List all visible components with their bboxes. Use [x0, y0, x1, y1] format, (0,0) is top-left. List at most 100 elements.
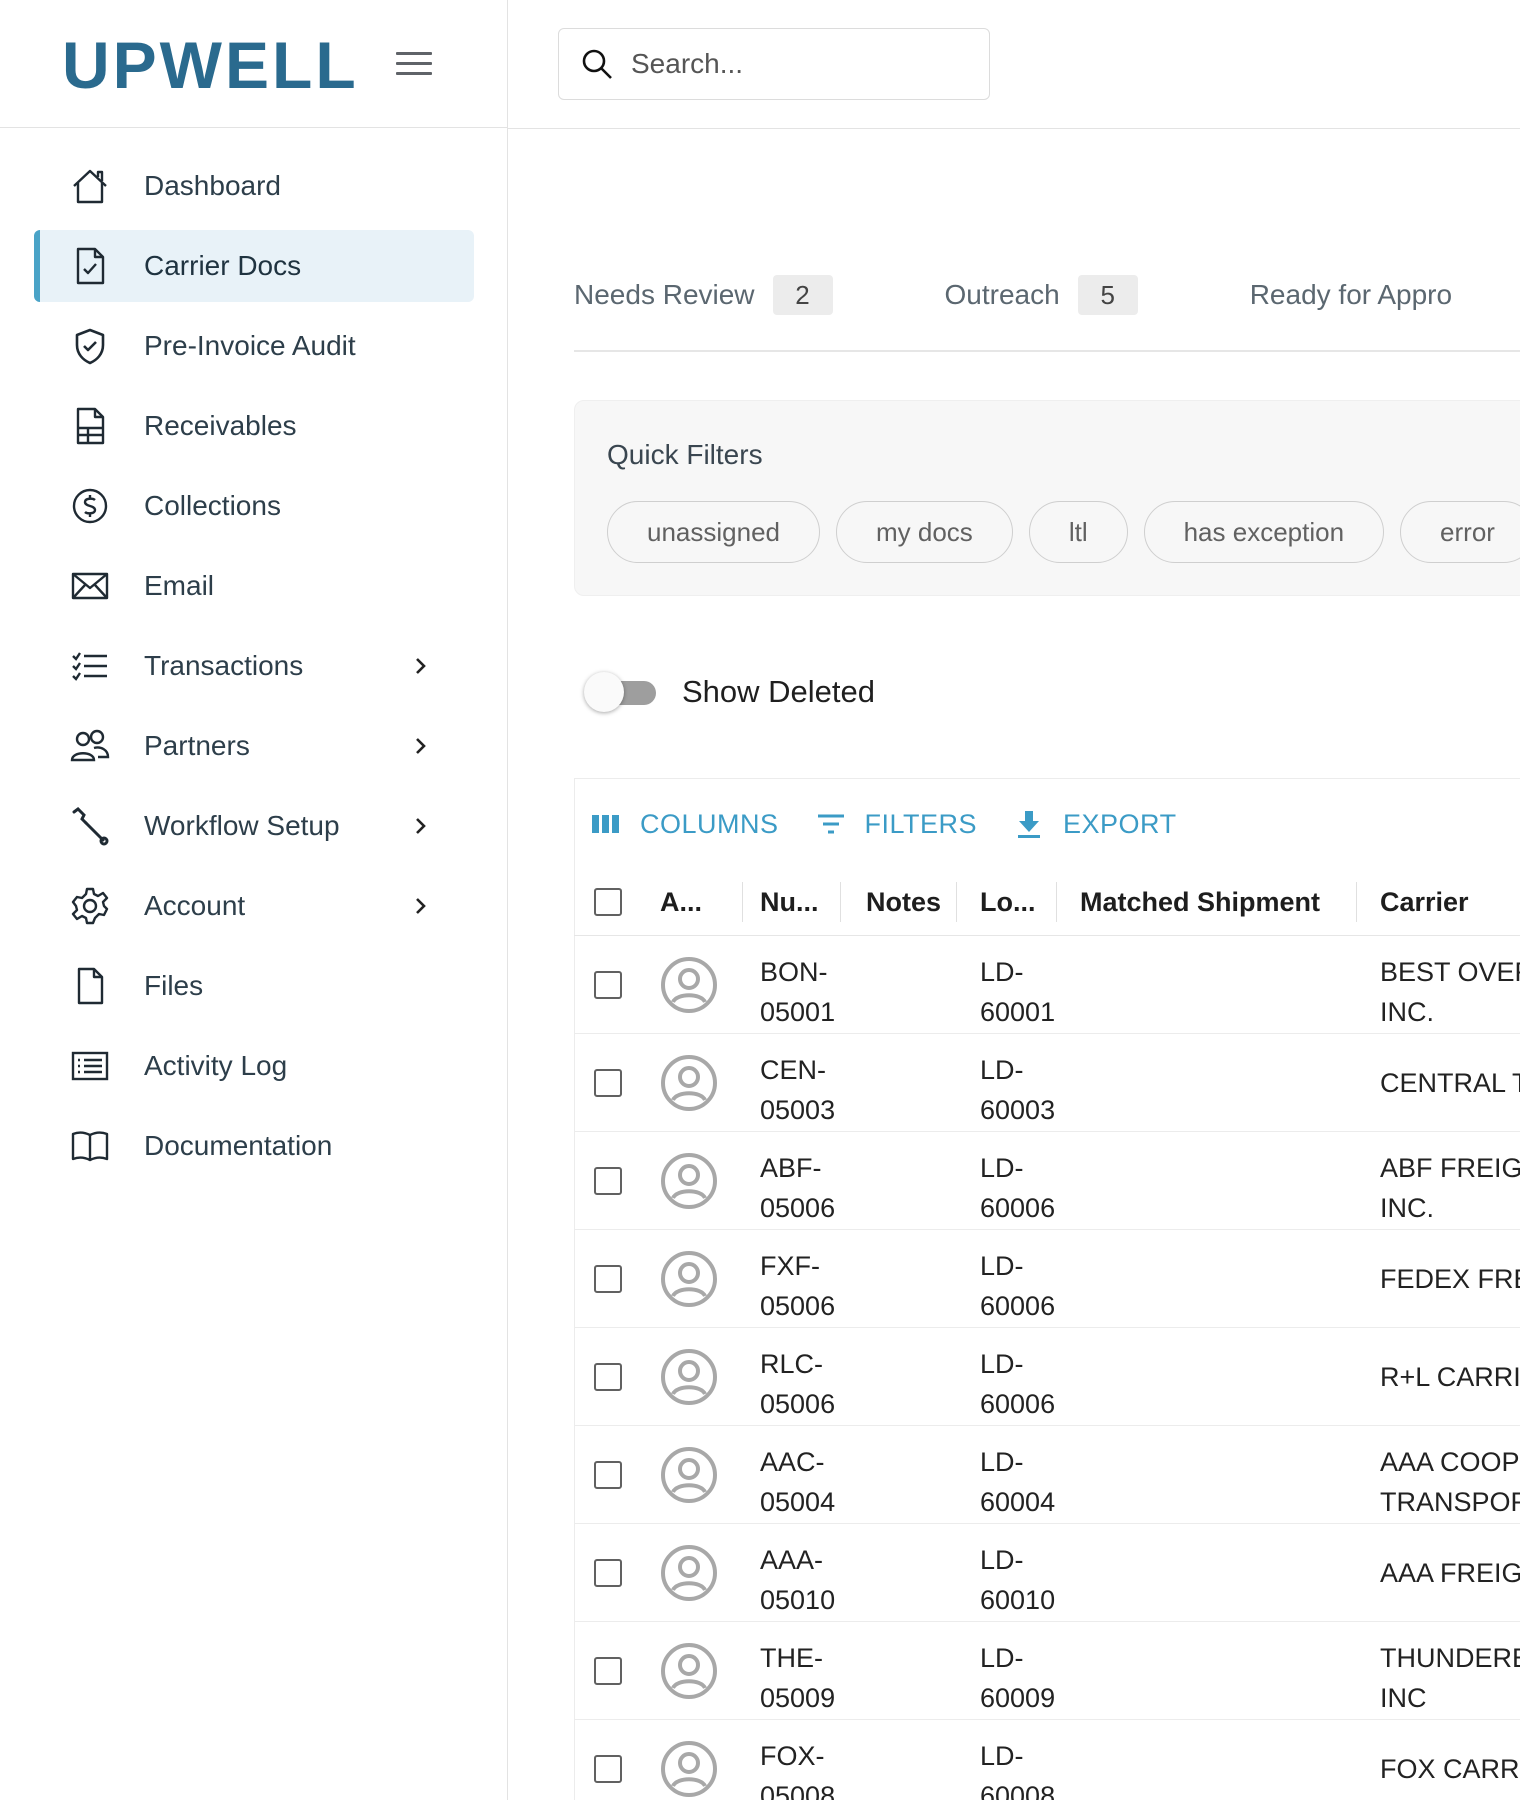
sidebar-item-activity-log[interactable]: Activity Log — [34, 1030, 474, 1102]
tab-outreach[interactable]: Outreach 5 — [945, 275, 1138, 315]
show-deleted-toggle[interactable] — [584, 668, 660, 716]
table-row[interactable]: CEN- 05003 LD- 60003 CENTRAL T — [574, 1034, 1520, 1132]
unassigned-avatar-icon[interactable] — [660, 1250, 718, 1308]
column-separator[interactable] — [1356, 882, 1357, 922]
sidebar-item-label: Pre-Invoice Audit — [144, 330, 356, 361]
unassigned-avatar-icon[interactable] — [660, 1446, 718, 1504]
sidebar-item-partners[interactable]: Partners — [34, 710, 474, 782]
sidebar-item-transactions[interactable]: Transactions — [34, 630, 474, 702]
sidebar-item-label: Activity Log — [144, 1050, 288, 1081]
checklist-icon — [70, 646, 110, 686]
sidebar-item-receivables[interactable]: Receivables — [34, 390, 474, 462]
column-header-number[interactable]: Nu... — [760, 868, 819, 936]
number-cell: BON- 05001 — [760, 957, 836, 1027]
table-row[interactable]: FOX- 05008 LD- 60008 FOX CARRI — [574, 1720, 1520, 1800]
columns-button[interactable]: COLUMNS — [590, 808, 779, 840]
filter-chip-unassigned[interactable]: unassigned — [607, 501, 820, 563]
table-row[interactable]: ABF- 05006 LD- 60006 ABF FREIG INC. — [574, 1132, 1520, 1230]
row-checkbox[interactable] — [594, 1069, 622, 1097]
row-checkbox[interactable] — [594, 1167, 622, 1195]
filter-chip-my-docs[interactable]: my docs — [836, 501, 1013, 563]
sidebar-item-label: Documentation — [144, 1130, 333, 1161]
carrier-cell: THUNDERE INC — [1380, 1643, 1520, 1713]
dollar-circle-icon — [70, 486, 110, 526]
load-cell: LD- 60006 — [980, 1251, 1056, 1321]
unassigned-avatar-icon[interactable] — [660, 1740, 718, 1798]
row-checkbox[interactable] — [594, 1559, 622, 1587]
row-checkbox[interactable] — [594, 1657, 622, 1685]
filter-chip-has-exception[interactable]: has exception — [1143, 501, 1385, 563]
table-row[interactable]: AAC- 05004 LD- 60004 AAA COOP TRANSPOR — [574, 1426, 1520, 1524]
unassigned-avatar-icon[interactable] — [660, 1544, 718, 1602]
filters-button[interactable]: FILTERS — [815, 808, 978, 840]
sidebar-item-workflow-setup[interactable]: Workflow Setup — [34, 790, 474, 862]
sidebar-item-pre-invoice-audit[interactable]: Pre-Invoice Audit — [34, 310, 474, 382]
filter-chip-ltl[interactable]: ltl — [1028, 501, 1128, 563]
file-icon — [70, 966, 110, 1006]
header-divider — [508, 128, 1520, 129]
filter-chip-error[interactable]: error — [1400, 501, 1520, 563]
row-checkbox[interactable] — [594, 1461, 622, 1489]
row-checkbox[interactable] — [594, 1363, 622, 1391]
number-cell: CEN- 05003 — [760, 1055, 836, 1125]
people-icon — [70, 726, 110, 766]
carrier-cell: BEST OVER INC. — [1380, 957, 1520, 1027]
column-separator[interactable] — [1056, 882, 1057, 922]
column-separator[interactable] — [840, 882, 841, 922]
export-button[interactable]: EXPORT — [1013, 808, 1177, 840]
hamburger-menu-icon[interactable] — [396, 52, 432, 76]
column-header-matched-shipment[interactable]: Matched Shipment — [1080, 868, 1320, 936]
row-checkbox[interactable] — [594, 1265, 622, 1293]
column-separator[interactable] — [742, 882, 743, 922]
sidebar-item-label: Files — [144, 970, 204, 1001]
unassigned-avatar-icon[interactable] — [660, 1348, 718, 1406]
status-tabs: Needs Review 2 Outreach 5 Ready for Appr… — [574, 268, 1520, 322]
sidebar-item-collections[interactable]: Collections — [34, 470, 474, 542]
table-row[interactable]: THE- 05009 LD- 60009 THUNDERE INC — [574, 1622, 1520, 1720]
load-cell: LD- 60009 — [980, 1643, 1056, 1713]
search-icon — [582, 49, 612, 79]
number-cell: ABF- 05006 — [760, 1153, 836, 1223]
load-cell: LD- 60006 — [980, 1349, 1056, 1419]
row-checkbox[interactable] — [594, 1755, 622, 1783]
tab-needs-review[interactable]: Needs Review 2 — [574, 275, 833, 315]
unassigned-avatar-icon[interactable] — [660, 1642, 718, 1700]
tab-label: Ready for Appro — [1249, 279, 1453, 310]
number-cell: FOX- 05008 — [760, 1741, 836, 1800]
unassigned-avatar-icon[interactable] — [660, 956, 718, 1014]
list-box-icon — [70, 1046, 110, 1086]
column-header-assignee[interactable]: A... — [660, 868, 702, 936]
sidebar-item-carrier-docs[interactable]: Carrier Docs — [34, 230, 474, 302]
filter-icon — [817, 814, 844, 834]
table-row[interactable]: BON- 05001 LD- 60001 BEST OVER INC. — [574, 936, 1520, 1034]
sidebar-item-label: Receivables — [144, 410, 297, 441]
column-separator[interactable] — [956, 882, 957, 922]
sidebar-item-documentation[interactable]: Documentation — [34, 1110, 474, 1182]
tab-label: Outreach — [944, 279, 1060, 310]
select-all-checkbox[interactable] — [594, 888, 622, 916]
row-checkbox[interactable] — [594, 971, 622, 999]
search-box[interactable] — [558, 28, 990, 100]
chevron-right-icon — [416, 898, 426, 914]
number-cell: RLC- 05006 — [760, 1349, 836, 1419]
search-input[interactable] — [631, 48, 971, 80]
unassigned-avatar-icon[interactable] — [660, 1054, 718, 1112]
load-cell: LD- 60004 — [980, 1447, 1056, 1517]
table-row[interactable]: AAA- 05010 LD- 60010 AAA FREIG — [574, 1524, 1520, 1622]
column-header-notes[interactable]: Notes — [866, 868, 941, 936]
carrier-cell: FEDEX FRE — [1380, 1264, 1520, 1294]
sidebar-item-dashboard[interactable]: Dashboard — [34, 150, 474, 222]
upwell-logo[interactable]: UPWELL — [62, 30, 359, 100]
sidebar-item-email[interactable]: Email — [34, 550, 474, 622]
column-header-load[interactable]: Lo... — [980, 868, 1036, 936]
show-deleted-label: Show Deleted — [682, 674, 876, 709]
unassigned-avatar-icon[interactable] — [660, 1152, 718, 1210]
tab-ready-for-approval[interactable]: Ready for Appro — [1250, 279, 1452, 311]
table-row[interactable]: FXF- 05006 LD- 60006 FEDEX FRE — [574, 1230, 1520, 1328]
show-deleted-control: Show Deleted — [584, 668, 875, 716]
table-row[interactable]: RLC- 05006 LD- 60006 R+L CARRI — [574, 1328, 1520, 1426]
sidebar-item-account[interactable]: Account — [34, 870, 474, 942]
sidebar-item-label: Collections — [144, 490, 281, 521]
column-header-carrier[interactable]: Carrier — [1380, 868, 1469, 936]
sidebar-item-files[interactable]: Files — [34, 950, 474, 1022]
